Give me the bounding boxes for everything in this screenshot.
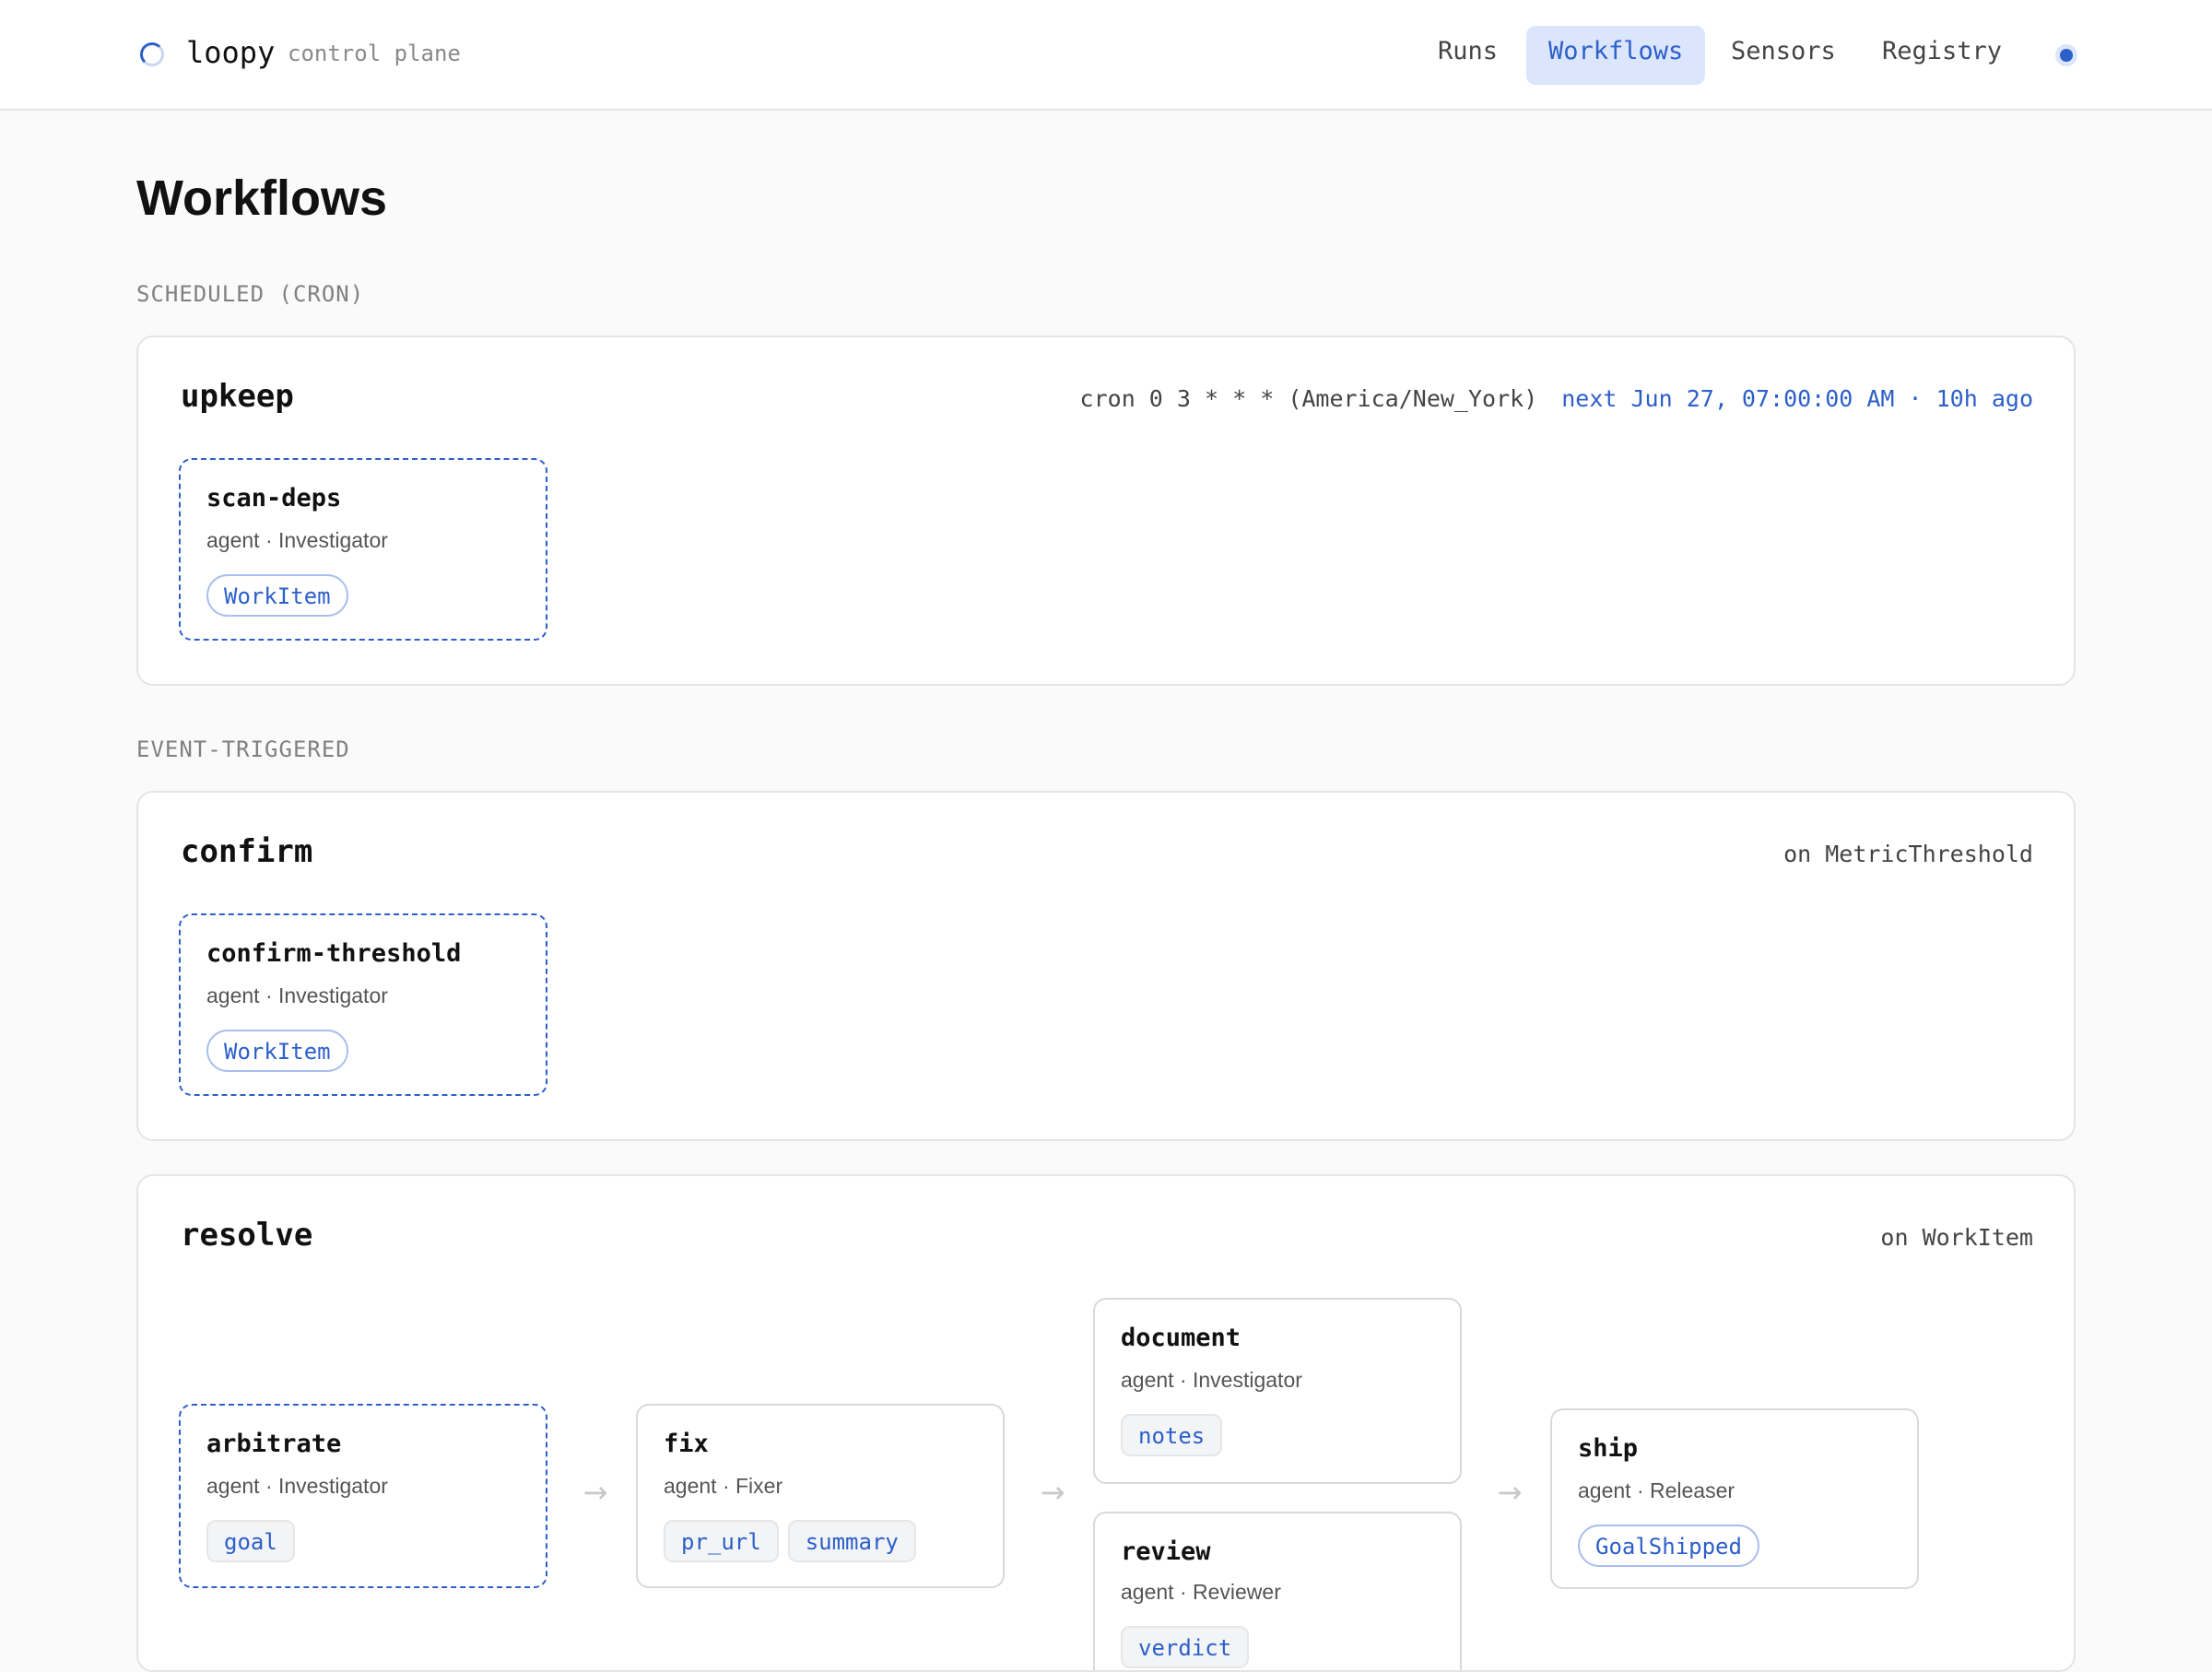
output-tag: verdict bbox=[1121, 1626, 1250, 1668]
workflow-card-confirm: confirm on MetricThreshold confirm-thres… bbox=[136, 791, 2076, 1141]
step-card-scan-deps[interactable]: scan-deps agent · Investigator WorkItem bbox=[179, 458, 547, 641]
workflow-name: resolve bbox=[181, 1217, 313, 1254]
step-card-arbitrate[interactable]: arbitrate agent · Investigator goal bbox=[179, 1404, 547, 1588]
step-tags: pr_url summary bbox=[664, 1520, 916, 1562]
nav-sensors[interactable]: Sensors bbox=[1709, 26, 1858, 85]
workflow-trigger: cron 0 3 * * * (America/New_York) next Ju… bbox=[1080, 385, 2033, 412]
workflow-trigger: on WorkItem bbox=[1880, 1224, 2033, 1251]
step-name: document bbox=[1121, 1324, 1241, 1352]
step-card-confirm-threshold[interactable]: confirm-threshold agent · Investigator W… bbox=[179, 913, 547, 1096]
event-tag: WorkItem bbox=[206, 574, 348, 617]
step-tags: verdict bbox=[1121, 1626, 1250, 1668]
section-label-scheduled: SCHEDULED (CRON) bbox=[136, 281, 365, 307]
workflow-card-upkeep: upkeep cron 0 3 * * * (America/New_York)… bbox=[136, 336, 2076, 686]
step-meta: agent · Fixer bbox=[664, 1474, 783, 1498]
arrow-right-icon: → bbox=[1497, 1475, 1523, 1510]
workflow-trigger: on MetricThreshold bbox=[1783, 841, 2033, 867]
step-tags: GoalShipped bbox=[1578, 1525, 1759, 1567]
output-tag: notes bbox=[1121, 1414, 1223, 1456]
workflow-name: upkeep bbox=[181, 378, 294, 415]
step-card-document[interactable]: document agent · Investigator notes bbox=[1093, 1298, 1462, 1484]
step-tags: WorkItem bbox=[206, 574, 348, 617]
step-card-review[interactable]: review agent · Reviewer verdict bbox=[1093, 1512, 1462, 1670]
output-tag: goal bbox=[206, 1520, 295, 1562]
nav-runs[interactable]: Runs bbox=[1416, 26, 1520, 85]
output-tag: pr_url bbox=[664, 1520, 779, 1562]
step-meta: agent · Investigator bbox=[206, 1474, 388, 1498]
arrow-right-icon: → bbox=[1040, 1475, 1065, 1510]
step-name: ship bbox=[1578, 1434, 1639, 1463]
top-bar: loopy control plane Runs Workflows Senso… bbox=[0, 0, 2212, 111]
nav-workflows[interactable]: Workflows bbox=[1526, 26, 1706, 85]
brand-subtitle: control plane bbox=[288, 41, 461, 66]
nav-registry[interactable]: Registry bbox=[1860, 26, 2024, 85]
step-tags: notes bbox=[1121, 1414, 1223, 1456]
step-tags: WorkItem bbox=[206, 1030, 348, 1072]
loading-spinner-icon bbox=[140, 42, 164, 66]
arrow-right-icon: → bbox=[582, 1475, 608, 1510]
step-name: review bbox=[1121, 1537, 1211, 1566]
step-meta: agent · Investigator bbox=[1121, 1368, 1302, 1392]
event-tag: WorkItem bbox=[206, 1030, 348, 1072]
step-meta: agent · Investigator bbox=[206, 983, 388, 1007]
step-name: fix bbox=[664, 1430, 709, 1458]
workflow-card-resolve: resolve on WorkItem arbitrate agent · In… bbox=[136, 1174, 2076, 1672]
step-name: scan-deps bbox=[206, 484, 342, 512]
event-tag: GoalShipped bbox=[1578, 1525, 1759, 1567]
status-dot-icon bbox=[2055, 44, 2077, 66]
workflow-name: confirm bbox=[181, 833, 313, 870]
next-run: next Jun 27, 07:00:00 AM · 10h ago bbox=[1561, 385, 2033, 412]
step-name: confirm-threshold bbox=[206, 939, 462, 968]
page-title: Workflows bbox=[136, 171, 388, 226]
step-meta: agent · Reviewer bbox=[1121, 1580, 1281, 1604]
step-card-ship[interactable]: ship agent · Releaser GoalShipped bbox=[1550, 1408, 1919, 1589]
step-card-fix[interactable]: fix agent · Fixer pr_url summary bbox=[636, 1404, 1005, 1588]
step-tags: goal bbox=[206, 1520, 295, 1562]
output-tag: summary bbox=[787, 1520, 916, 1562]
brand-name[interactable]: loopy bbox=[186, 35, 275, 70]
step-meta: agent · Investigator bbox=[206, 528, 388, 552]
cron-schedule: cron 0 3 * * * (America/New_York) bbox=[1079, 385, 1538, 412]
section-label-event: EVENT-TRIGGERED bbox=[136, 736, 350, 762]
step-name: arbitrate bbox=[206, 1430, 342, 1458]
step-meta: agent · Releaser bbox=[1578, 1478, 1735, 1502]
